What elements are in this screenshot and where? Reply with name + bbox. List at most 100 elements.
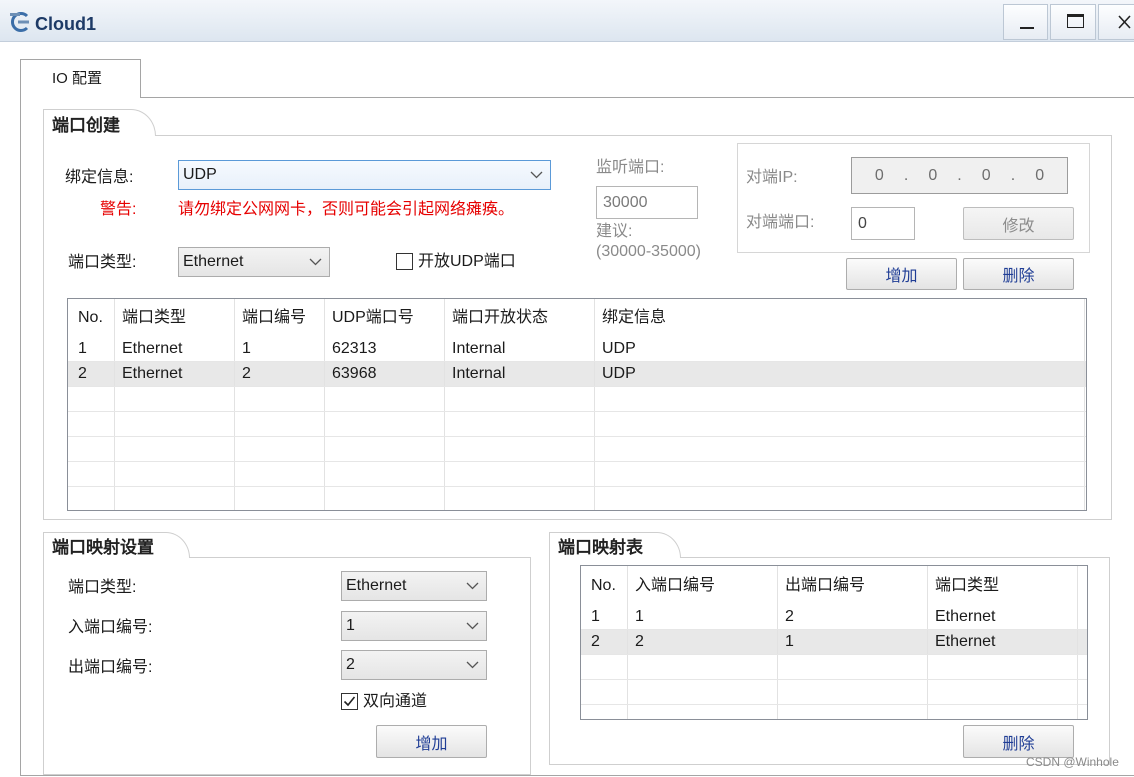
title-bar: Cloud1	[0, 0, 1134, 42]
in-port-select[interactable]: 1	[341, 611, 487, 641]
delete-port-button[interactable]: 删除	[963, 258, 1074, 290]
table-cell	[928, 705, 1078, 719]
modify-button[interactable]: 修改	[963, 207, 1074, 240]
ip-separator: .	[1010, 167, 1016, 184]
table-cell	[68, 487, 115, 510]
port-type-select[interactable]: Ethernet	[178, 247, 330, 277]
in-port-label: 入端口编号:	[68, 619, 153, 636]
close-button[interactable]	[1098, 4, 1134, 40]
open-udp-checkbox[interactable]: 开放UDP端口	[396, 251, 526, 273]
listen-port-input[interactable]: 30000	[596, 186, 698, 219]
table-cell	[115, 487, 235, 510]
table-cell: 1	[628, 605, 778, 629]
empty-row	[581, 680, 1087, 705]
table-cell	[115, 462, 235, 486]
empty-row	[581, 655, 1087, 680]
empty-row	[68, 412, 1086, 437]
ip-octet: 0	[928, 167, 938, 184]
tab-io-config[interactable]: IO 配置	[20, 59, 141, 98]
empty-row	[68, 387, 1086, 412]
maximize-icon	[1067, 14, 1084, 28]
table-cell	[325, 412, 445, 436]
table-cell	[325, 387, 445, 411]
table-cell	[68, 462, 115, 486]
column-header: 出端口编号	[778, 566, 928, 605]
table-cell: 2	[628, 630, 778, 654]
table-cell: Internal	[445, 362, 595, 386]
empty-row	[581, 705, 1087, 719]
open-udp-label: 开放UDP端口	[418, 253, 516, 270]
mapping-port-type-label: 端口类型:	[68, 579, 137, 596]
port-mapping-table: No. 入端口编号 出端口编号 端口类型 1 1 2 Ethernet 2 2 …	[580, 565, 1088, 720]
listen-port-value: 30000	[603, 193, 648, 211]
bidirectional-checkbox[interactable]: 双向通道	[341, 691, 451, 713]
ip-octet: 0	[981, 167, 991, 184]
port-creation-title: 端口创建	[43, 109, 156, 136]
checkmark-icon	[343, 696, 356, 707]
table-cell	[595, 462, 1085, 486]
table-cell: 1	[235, 337, 325, 361]
empty-row	[68, 487, 1086, 510]
table-cell: UDP	[595, 337, 1085, 361]
table-cell	[445, 462, 595, 486]
add-mapping-button[interactable]: 增加	[376, 725, 487, 758]
table-cell: 1	[778, 630, 928, 654]
table-cell: 2	[68, 362, 115, 386]
port-type-select-value: Ethernet	[183, 253, 244, 270]
minimize-icon	[1020, 27, 1034, 29]
listen-port-hint-label: 建议:	[596, 223, 633, 240]
peer-ip-field[interactable]: 0 . 0 . 0 . 0	[851, 157, 1068, 194]
mapping-port-type-select[interactable]: Ethernet	[341, 571, 487, 601]
column-header: No.	[68, 299, 115, 337]
out-port-select[interactable]: 2	[341, 650, 487, 680]
table-cell	[235, 437, 325, 461]
table-cell	[581, 705, 628, 719]
in-port-value: 1	[346, 617, 355, 634]
warning-text: 请勿绑定公网网卡，否则可能会引起网络瘫痪。	[178, 201, 515, 218]
table-cell	[628, 655, 778, 679]
table-row[interactable]: 2 2 1 Ethernet	[581, 630, 1087, 655]
table-cell	[595, 487, 1085, 510]
table-cell	[235, 487, 325, 510]
table-cell	[581, 655, 628, 679]
chevron-down-icon	[530, 171, 543, 179]
table-cell	[445, 387, 595, 411]
table-cell	[928, 680, 1078, 704]
bidirectional-label: 双向通道	[363, 693, 428, 710]
table-cell	[445, 412, 595, 436]
table-cell	[595, 437, 1085, 461]
table-cell	[115, 437, 235, 461]
peer-port-input[interactable]: 0	[851, 207, 915, 240]
chevron-down-icon	[466, 622, 479, 630]
chevron-down-icon	[466, 661, 479, 669]
add-port-button[interactable]: 增加	[846, 258, 957, 290]
peer-port-value: 0	[858, 214, 867, 232]
table-header: No. 端口类型 端口编号 UDP端口号 端口开放状态 绑定信息	[68, 299, 1086, 337]
listen-port-hint-range: (30000-35000)	[596, 243, 701, 260]
watermark: CSDN @Winhole	[1026, 755, 1119, 769]
out-port-value: 2	[346, 656, 355, 673]
table-cell	[115, 412, 235, 436]
minimize-button[interactable]	[1003, 4, 1048, 40]
table-cell: 2	[581, 630, 628, 654]
maximize-button[interactable]	[1050, 4, 1096, 40]
table-row[interactable]: 1 1 2 Ethernet	[581, 605, 1087, 630]
listen-port-label: 监听端口:	[596, 159, 665, 176]
cloud-device-icon	[10, 12, 29, 32]
table-cell: 62313	[325, 337, 445, 361]
peer-ip-label: 对端IP:	[746, 169, 798, 186]
table-cell	[325, 487, 445, 510]
column-header: 端口类型	[928, 566, 1078, 605]
port-mapping-settings-title: 端口映射设置	[43, 532, 190, 558]
table-cell: 1	[68, 337, 115, 361]
binding-select[interactable]: UDP	[178, 160, 551, 190]
table-cell	[115, 387, 235, 411]
table-cell: 63968	[325, 362, 445, 386]
column-header: 端口类型	[115, 299, 235, 337]
column-header: 绑定信息	[595, 299, 1085, 337]
table-row[interactable]: 2 Ethernet 2 63968 Internal UDP	[68, 362, 1086, 387]
table-cell	[325, 462, 445, 486]
table-cell	[778, 680, 928, 704]
table-cell	[68, 387, 115, 411]
table-row[interactable]: 1 Ethernet 1 62313 Internal UDP	[68, 337, 1086, 362]
